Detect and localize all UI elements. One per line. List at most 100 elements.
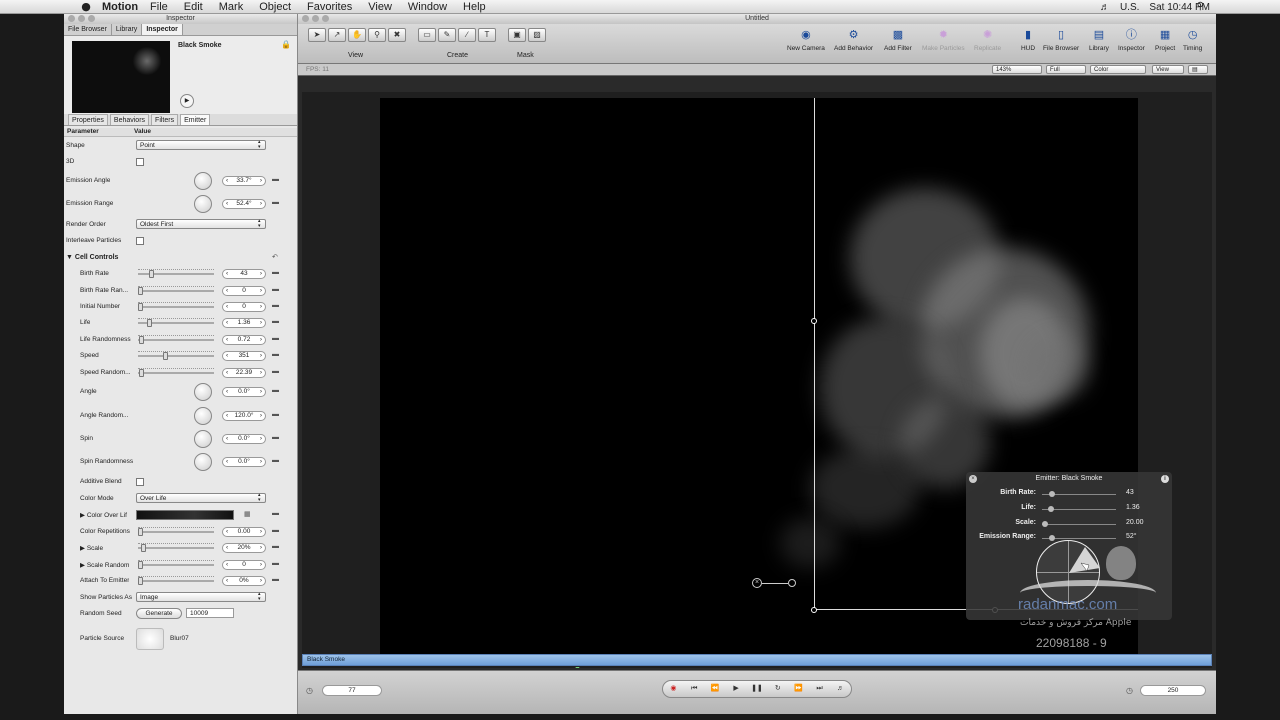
inspector-button[interactable]: ⓘ Inspector: [1118, 28, 1145, 52]
pan-tool-icon[interactable]: ✋: [348, 28, 366, 42]
emission-angle-dial[interactable]: [194, 172, 212, 190]
additive-blend-checkbox[interactable]: [136, 478, 144, 486]
attach-to-emitter-slider[interactable]: [138, 576, 214, 585]
slider-knob[interactable]: [138, 303, 143, 311]
emission-range-field[interactable]: 52.4°: [222, 199, 266, 209]
slider-knob[interactable]: [141, 544, 146, 552]
speed-slider[interactable]: [138, 351, 214, 360]
emission-angle-field[interactable]: 33.7°: [222, 176, 266, 186]
birth-rate-menu-icon[interactable]: ▬: [272, 269, 279, 276]
hud-slider-knob[interactable]: [1048, 506, 1054, 512]
initial-number-slider[interactable]: [138, 302, 214, 311]
scale-field[interactable]: 20%: [222, 543, 266, 553]
step-back-button[interactable]: ⏪: [708, 683, 722, 695]
attach-to-emitter-field[interactable]: 0%: [222, 576, 266, 586]
angle-dial[interactable]: [194, 383, 212, 401]
slider-knob[interactable]: [139, 336, 144, 344]
hud-slider-knob[interactable]: [1042, 521, 1048, 527]
color-repetitions-slider[interactable]: [138, 527, 214, 536]
play-button[interactable]: ▶: [729, 683, 743, 695]
menu-view[interactable]: View: [368, 1, 392, 13]
speed-field[interactable]: 351: [222, 351, 266, 361]
zoom-level-popup[interactable]: 143%: [992, 65, 1042, 74]
go-to-start-button[interactable]: ⏮: [687, 683, 701, 695]
menu-window[interactable]: Window: [408, 1, 447, 13]
speed-menu-icon[interactable]: ▬: [272, 351, 279, 358]
emitter-origin-icon[interactable]: ×: [752, 578, 762, 588]
angle-menu-icon[interactable]: ▬: [272, 387, 279, 394]
interleave-checkbox[interactable]: [136, 237, 144, 245]
life-randomness-field[interactable]: 0.72: [222, 335, 266, 345]
select-tool-icon[interactable]: ➤: [308, 28, 326, 42]
rectangle-tool-icon[interactable]: ▭: [418, 28, 436, 42]
life-randomness-menu-icon[interactable]: ▬: [272, 335, 279, 342]
render-order-popup[interactable]: Oldest First: [136, 219, 266, 229]
spin-dial[interactable]: [194, 430, 212, 448]
layout-popup[interactable]: ▤: [1188, 65, 1208, 74]
hud-scale-slider[interactable]: [1042, 521, 1116, 527]
make-particles-button[interactable]: ✹ Make Particles: [922, 28, 965, 52]
disclosure-triangle-icon[interactable]: ▶: [80, 545, 85, 552]
menu-edit[interactable]: Edit: [184, 1, 203, 13]
replicate-button[interactable]: ✺ Replicate: [974, 28, 1001, 52]
hud-close-icon[interactable]: ×: [969, 475, 977, 483]
menu-help[interactable]: Help: [463, 1, 486, 13]
slider-knob[interactable]: [138, 561, 143, 569]
volume-icon[interactable]: ♬: [1100, 2, 1110, 13]
color-mode-popup[interactable]: Over Life: [136, 493, 266, 503]
file-browser-button[interactable]: ▯ File Browser: [1043, 28, 1079, 52]
add-filter-button[interactable]: ▩ Add Filter: [884, 28, 912, 52]
bezier-tool-icon[interactable]: ✎: [438, 28, 456, 42]
scale-randomness-field[interactable]: 0: [222, 560, 266, 570]
zoom-tool-icon[interactable]: ⚲: [368, 28, 386, 42]
spotlight-search-icon[interactable]: ⚲: [1197, 1, 1204, 12]
speed-randomness-slider[interactable]: [138, 368, 214, 377]
life-slider[interactable]: [138, 318, 214, 327]
project-button[interactable]: ▦ Project: [1155, 28, 1175, 52]
birth-rate-randomness-field[interactable]: 0: [222, 286, 266, 296]
preview-play-button[interactable]: ▶: [180, 94, 194, 108]
hud-info-icon[interactable]: i: [1161, 475, 1169, 483]
angle-field[interactable]: 0.0°: [222, 387, 266, 397]
show-particles-as-popup[interactable]: Image: [136, 592, 266, 602]
angle-randomness-field[interactable]: 120.0°: [222, 411, 266, 421]
birth-rate-randomness-slider[interactable]: [138, 286, 214, 295]
color-over-life-gradient[interactable]: [136, 510, 234, 520]
tab-emitter[interactable]: Emitter: [180, 114, 211, 125]
angle-randomness-menu-icon[interactable]: ▬: [272, 411, 279, 418]
spin-menu-icon[interactable]: ▬: [272, 434, 279, 441]
emission-range-dial[interactable]: [194, 195, 212, 213]
emission-angle-menu-icon[interactable]: ▬: [272, 176, 279, 183]
slider-knob[interactable]: [138, 577, 143, 585]
loop-button[interactable]: ↻: [771, 683, 785, 695]
birth-rate-randomness-menu-icon[interactable]: ▬: [272, 286, 279, 293]
hud-life-slider[interactable]: [1042, 506, 1116, 512]
random-seed-field[interactable]: 10009: [186, 608, 234, 618]
hud-emission-range-slider[interactable]: [1042, 535, 1116, 541]
particle-source-well[interactable]: [136, 628, 164, 650]
scale-slider[interactable]: [138, 543, 214, 552]
spin-randomness-menu-icon[interactable]: ▬: [272, 457, 279, 464]
resolution-popup[interactable]: Full: [1046, 65, 1086, 74]
menu-mark[interactable]: Mark: [219, 1, 243, 13]
adjust-tool-icon[interactable]: ↗: [328, 28, 346, 42]
life-field[interactable]: 1.36: [222, 318, 266, 328]
audio-button[interactable]: ♬: [833, 683, 847, 695]
slider-knob[interactable]: [138, 528, 143, 536]
tab-properties[interactable]: Properties: [68, 114, 108, 125]
emitter-onscreen-control[interactable]: ×: [752, 578, 796, 588]
go-to-end-button[interactable]: ⏭: [813, 683, 827, 695]
rectangle-mask-icon[interactable]: ▣: [508, 28, 526, 42]
view-options-popup[interactable]: View: [1152, 65, 1184, 74]
speed-randomness-menu-icon[interactable]: ▬: [272, 368, 279, 375]
emission-range-menu-icon[interactable]: ▬: [272, 199, 279, 206]
spin-field[interactable]: 0.0°: [222, 434, 266, 444]
text-tool-icon[interactable]: T: [478, 28, 496, 42]
end-frame-field[interactable]: 250: [1140, 685, 1206, 696]
tab-behaviors[interactable]: Behaviors: [109, 114, 150, 125]
spin-randomness-field[interactable]: 0.0°: [222, 457, 266, 467]
initial-number-menu-icon[interactable]: ▬: [272, 302, 279, 309]
apple-menu-icon[interactable]: ●: [78, 0, 94, 13]
menu-file[interactable]: File: [150, 1, 168, 13]
minimize-window-button[interactable]: [78, 15, 85, 22]
